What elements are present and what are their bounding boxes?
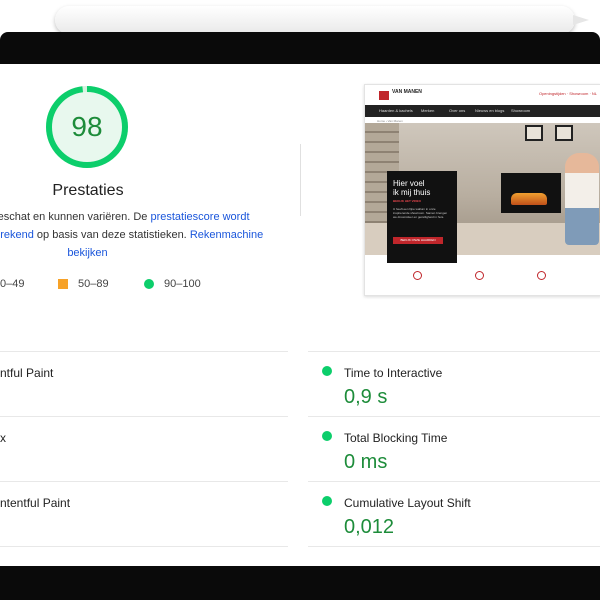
legend-average-label: 50–89 [78, 278, 109, 290]
brand-logo-icon [379, 91, 389, 100]
preview-nav-item: Over ons [449, 108, 466, 113]
device-bezel-bottom [0, 566, 600, 600]
hero-title-line-2: ik mij thuis [393, 188, 431, 197]
berekend-link[interactable]: berekend [0, 229, 34, 241]
vertical-divider [300, 144, 301, 216]
preview-nav-item: Haarden & kachels [379, 108, 413, 113]
preview-nav-item: Nieuws en blogs [475, 108, 505, 113]
metric-total-blocking-time: Total Blocking Time 0 ms [308, 416, 600, 481]
metric-label: ntful Paint [0, 366, 54, 380]
metric-row-left-1: ntful Paint [0, 351, 288, 416]
metric-label: Cumulative Layout Shift [344, 496, 471, 510]
preview-nav-item: Showroom [511, 108, 531, 113]
pass-circle-icon [144, 279, 154, 289]
stylus [55, 6, 589, 34]
preview-top-right: Openingstijden · Showroom · NL [538, 91, 597, 96]
picture-frame [525, 125, 543, 141]
hero-paragraph: U heeft een fijne wallum in onze inspire… [393, 207, 448, 219]
metric-time-to-interactive: Time to Interactive 0,9 s [308, 351, 600, 416]
legend-average: 50–89 [58, 278, 109, 290]
lighthouse-report: 98 Prestaties geschat en kunnen variëren… [0, 64, 600, 566]
picture-frame [555, 125, 573, 141]
performance-score: 98 [71, 111, 103, 142]
description-text-2: op basis van deze statistieken. [33, 229, 190, 241]
home-icon [475, 271, 484, 280]
preview-header: VAN MANEN Openingstijden · Showroom · NL [365, 85, 600, 105]
average-square-icon [58, 279, 68, 289]
metric-label: Time to Interactive [344, 366, 443, 380]
pass-circle-icon [322, 366, 332, 376]
category-title: Prestaties [52, 182, 124, 199]
legend-pass: 90–100 [144, 278, 201, 290]
legend-fail: 0–49 [0, 278, 24, 290]
metric-value: 0 ms [344, 451, 388, 473]
hero-button: BEKIJK ONZE HAARDEN [393, 237, 443, 244]
metric-label: ntentful Paint [0, 496, 71, 510]
flame [511, 193, 547, 205]
preview-brand: VAN MANEN [392, 89, 422, 95]
preview-icon-row [365, 263, 600, 287]
chat-icon [537, 271, 546, 280]
rekenmachine-link[interactable]: Rekenmachine [190, 229, 263, 241]
preview-nav-item: Merken [421, 108, 435, 113]
metric-row-left-2: x [0, 416, 288, 481]
location-pin-icon [413, 271, 422, 280]
final-screenshot-preview[interactable]: VAN MANEN Openingstijden · Showroom · NL… [364, 84, 600, 296]
pass-circle-icon [322, 496, 332, 506]
preview-nav: Haarden & kachels Merken Over ons Nieuws… [365, 105, 600, 117]
metric-value: 0,012 [344, 516, 395, 538]
preview-hero-box: Hier voel ik mij thuis BEKIJK HET VIDEO … [387, 171, 457, 263]
prestatiescore-link[interactable]: prestatiescore wordt [150, 211, 249, 223]
hero-subtitle: BEKIJK HET VIDEO [393, 199, 422, 203]
score-description: geschat en kunnen variëren. De prestatie… [0, 208, 263, 262]
pass-circle-icon [322, 431, 332, 441]
metric-value: 0,9 s [344, 386, 388, 408]
description-text-1: geschat en kunnen variëren. De [0, 211, 151, 223]
hero-title: Hier voel ik mij thuis [393, 179, 430, 197]
legend-pass-label: 90–100 [164, 278, 201, 290]
bekijken-link[interactable]: bekijken [67, 247, 107, 259]
metric-label: Total Blocking Time [344, 431, 448, 445]
device-bezel-top [0, 32, 600, 64]
metric-label: x [0, 431, 6, 445]
legend-fail-label: 0–49 [0, 278, 25, 290]
person-on-chair [565, 153, 599, 245]
metric-row-left-3: ntentful Paint [0, 481, 288, 547]
hero-title-line-1: Hier voel [393, 179, 425, 188]
metric-cumulative-layout-shift: Cumulative Layout Shift 0,012 [308, 481, 600, 547]
